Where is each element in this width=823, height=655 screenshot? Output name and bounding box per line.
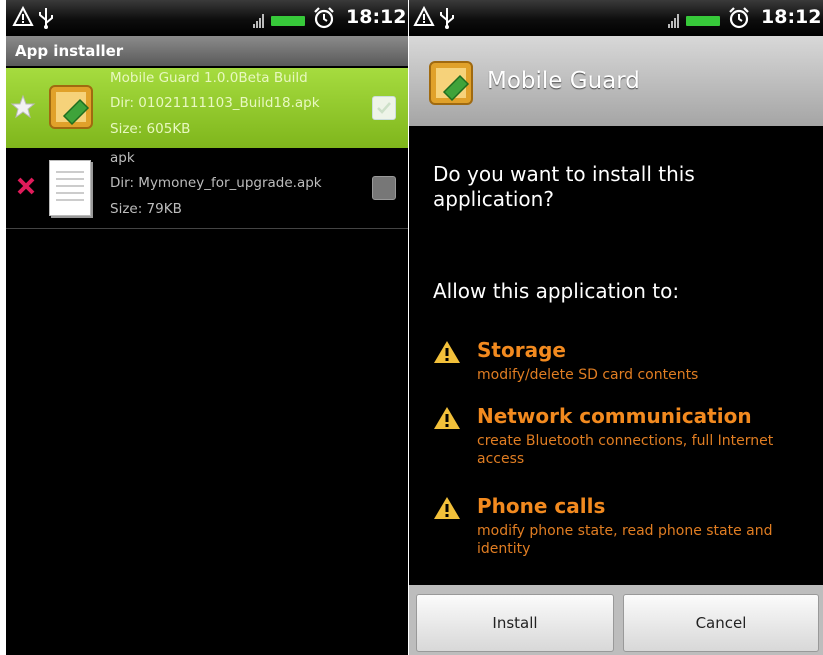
list-item-apk[interactable]: apk Dir: Mymoney_for_upgrade.apk Size: 7… [6,148,408,229]
warning-icon [12,6,34,26]
warning-icon [434,407,460,429]
permission-description: create Bluetooth connections, full Inter… [477,433,774,467]
left-screen: 18:12 App installer Mobile Guard 1.0.0Be… [6,0,408,655]
cancel-button[interactable]: Cancel [623,594,819,652]
warning-icon [434,341,460,363]
button-bar: Install Cancel [409,585,823,655]
permission-title: Phone calls [477,494,606,518]
star-icon[interactable] [10,94,36,120]
item-name: apk [110,150,135,166]
item-checkbox[interactable] [372,96,396,120]
alarm-icon [314,7,334,29]
warning-icon [413,6,435,26]
item-size: Size: 605KB [110,121,191,137]
permission-description: modify/delete SD card contents [477,367,699,383]
signal-icon [668,14,680,28]
battery-icon [271,16,305,26]
signal-icon [253,14,265,28]
item-dir: Dir: Mymoney_for_upgrade.apk [110,175,322,191]
app-name: Mobile Guard [487,68,640,94]
app-icon [429,61,473,105]
allow-heading: Allow this application to: [433,279,680,303]
warning-icon [434,497,460,519]
checkmark-icon [377,102,391,114]
right-screen: 18:12 Mobile Guard Do you want to instal… [409,0,823,655]
item-size: Size: 79KB [110,201,182,217]
status-bar: 18:12 [6,0,408,36]
permission-title: Storage [477,338,566,362]
x-mark-icon[interactable] [16,176,36,196]
battery-icon [686,16,720,26]
permission-description: modify phone state, read phone state and… [477,523,773,557]
permission-title: Network communication [477,404,752,428]
dialog-header: Mobile Guard [409,36,823,126]
status-time: 18:12 [346,6,407,28]
list-item-mobile-guard[interactable]: Mobile Guard 1.0.0Beta Build Dir: 010211… [6,68,408,148]
install-button[interactable]: Install [416,594,614,652]
file-icon [49,160,91,216]
usb-icon [39,8,53,29]
page-title: App installer [6,36,408,66]
install-question: Do you want to install this application? [433,162,695,211]
item-name: Mobile Guard 1.0.0Beta Build [110,70,308,86]
app-icon [49,85,93,129]
status-bar: 18:12 [409,0,823,36]
usb-icon [440,8,454,29]
alarm-icon [729,7,749,29]
item-dir: Dir: 01021111103_Build18.apk [110,95,320,111]
item-checkbox[interactable] [372,176,396,200]
status-time: 18:12 [761,6,822,28]
